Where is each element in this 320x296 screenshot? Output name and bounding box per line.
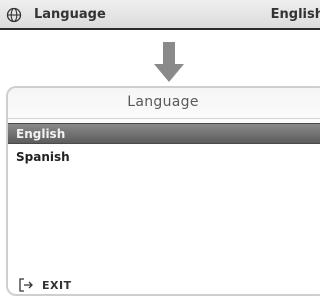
option-english[interactable]: English [8,123,320,144]
exit-label: EXIT [42,278,72,292]
down-arrow-icon [154,42,184,82]
language-setting-value: English [270,7,320,22]
exit-icon [19,278,33,292]
title-divider [8,118,320,119]
exit-button[interactable]: EXIT [18,276,72,294]
globe-icon [6,7,22,23]
language-setting-row[interactable]: Language English [0,0,320,30]
option-spanish[interactable]: Spanish [8,147,320,168]
language-dialog: Language English Spanish EXIT [6,86,320,296]
language-setting-label: Language [34,7,106,22]
dialog-title: Language [127,94,199,110]
